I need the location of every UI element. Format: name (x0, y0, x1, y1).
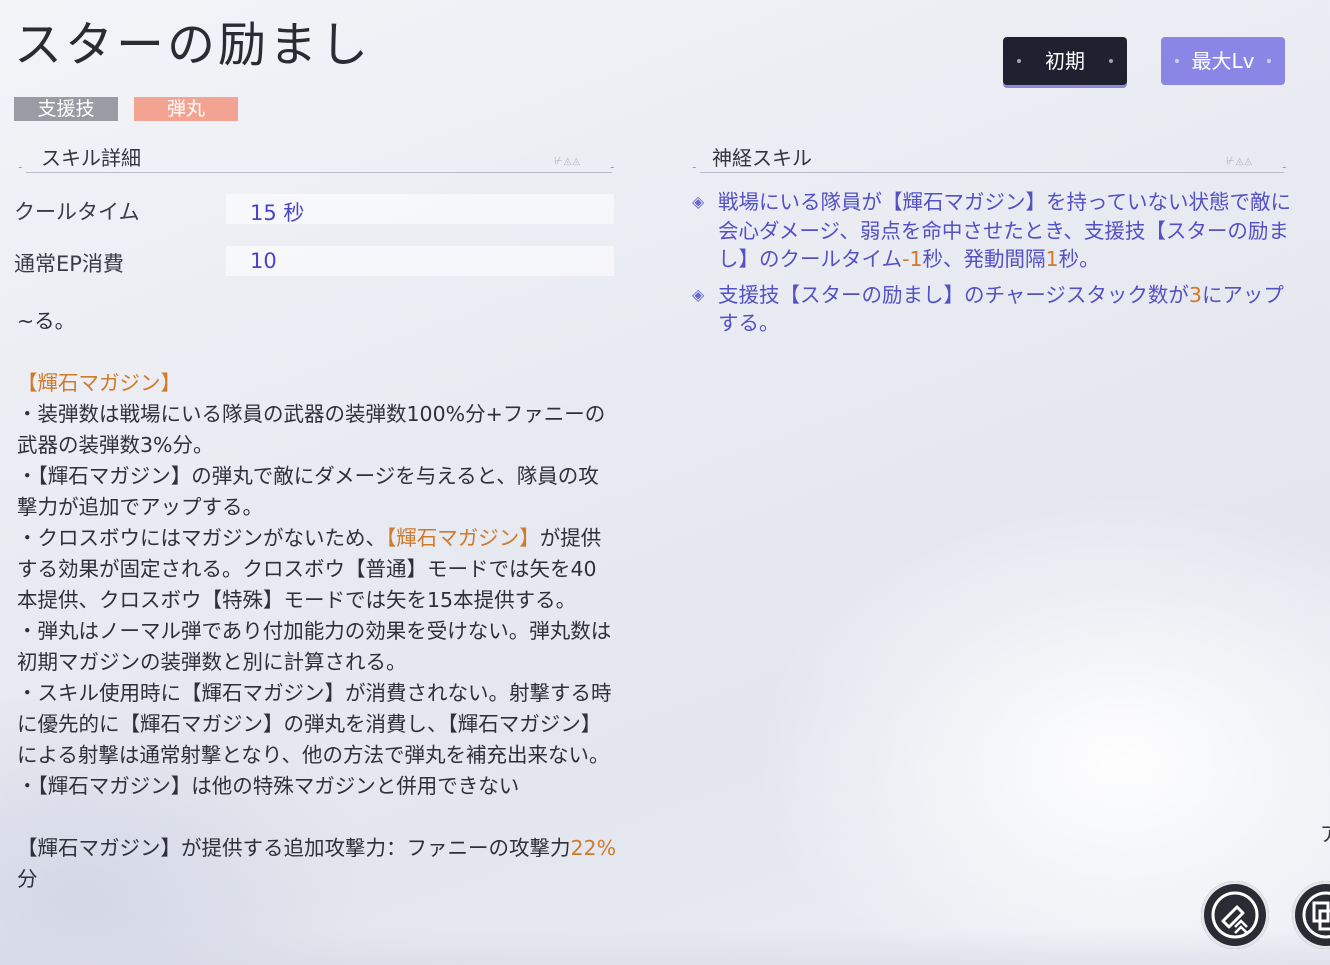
upgrade-icon (1211, 891, 1259, 939)
skill-detail-header: - スキル詳細 ⊬◬◬ - (18, 144, 618, 174)
dot-icon (1017, 59, 1021, 63)
neural-skill-heading: 神経スキル (712, 146, 812, 170)
tag-bullet: 弾丸 (134, 97, 238, 121)
divider (700, 172, 1284, 173)
skill-title: スターの励まし (14, 17, 372, 73)
cooltime-value: 15 秒 (250, 201, 305, 225)
initial-level-button[interactable]: 初期 (1003, 37, 1127, 85)
ep-cost-value-box: 10 (226, 246, 614, 276)
desc-line-4: ・弾丸はノーマル弾であり付加能力の効果を受けない。弾丸数は初期マガジンの装弾数と… (17, 619, 612, 674)
desc-spacer (17, 337, 617, 368)
initial-level-label: 初期 (1045, 49, 1085, 73)
dot-icon (1267, 59, 1271, 63)
bullet-1-text-post: 秒。 (1058, 247, 1100, 271)
desc-final: 【輝石マガジン】が提供する追加攻撃力：ファニーの攻撃力22% 分 (17, 833, 617, 895)
ornament-icon: ⊬◬◬ (1226, 156, 1254, 167)
ornament-icon: ⊬◬◬ (554, 156, 582, 167)
bullet-1-number: -1 (902, 247, 923, 271)
upgrade-button[interactable] (1201, 881, 1269, 949)
neural-skill-header: - 神経スキル ⊬◬◬ - (692, 144, 1292, 174)
desc-line-3-pre: ・クロスボウにはマガジンがないため、 (17, 526, 386, 550)
bullet-2-number: 3 (1188, 282, 1202, 307)
cooltime-value-box: 15 秒 (226, 194, 614, 225)
diamond-bullet-icon: ◈ (692, 284, 705, 304)
desc-spacer (17, 802, 617, 833)
skill-detail-heading: スキル詳細 (41, 146, 141, 170)
desc-final-post: 分 (17, 867, 38, 891)
desc-line-3: ・クロスボウにはマガジンがないため、【輝石マガジン】が提供する効果が固定される。… (17, 523, 617, 616)
desc-section-title: 【輝石マガジン】 (17, 371, 181, 395)
bullet-1-number-2: 1 (1045, 247, 1059, 271)
diamond-bullet-icon: ◈ (692, 192, 705, 211)
menu-icon (1302, 891, 1330, 939)
divider (26, 172, 612, 173)
max-level-button[interactable]: 最大Lv (1161, 37, 1285, 85)
dot-icon (1109, 59, 1113, 63)
tag-support: 支援技 (14, 97, 118, 121)
bullet-1-text-mid: 秒、発動間隔 (922, 247, 1046, 271)
desc-line-5: ・スキル使用時に【輝石マガジン】が消費されない。射撃する時に優先的に【輝石マガジ… (17, 681, 612, 767)
ep-cost-label: 通常EP消費 (14, 252, 124, 276)
desc-line-6: ・【輝石マガジン】は他の特殊マガジンと併用できない (17, 774, 520, 798)
desc-final-highlight: 22% (570, 836, 617, 860)
max-level-label: 最大Lv (1191, 49, 1255, 73)
desc-line-1: ・装弾数は戦場にいる隊員の武器の装弾数100%分+ファニーの武器の装弾数3%分。 (17, 402, 606, 457)
menu-button[interactable] (1292, 881, 1330, 949)
desc-line-3-highlight: 【輝石マガジン】 (386, 526, 540, 550)
desc-final-pre: 【輝石マガジン】が提供する追加攻撃力：ファニーの攻撃力 (17, 836, 571, 860)
list-item: ◈ 戦場にいる隊員が【輝石マガジン】を持っていない状態で敵に会心ダメージ、弱点を… (692, 188, 1302, 274)
bottom-fade (0, 930, 1330, 965)
corner-mark-icon: - (18, 160, 23, 174)
desc-fragment: ~る。 (17, 309, 76, 333)
ep-cost-value: 10 (250, 249, 277, 273)
desc-line-2: ・【輝石マガジン】の弾丸で敵にダメージを与えると、隊員の攻撃力が追加でアップする… (17, 464, 599, 519)
list-item: ◈ 支援技【スターの励まし】のチャージスタック数が3にアップする。 (692, 281, 1302, 338)
cooltime-label: クールタイム (14, 200, 140, 224)
corner-mark-icon: - (692, 160, 697, 174)
dot-icon (1175, 59, 1179, 63)
bullet-2-text: 支援技【スターの励まし】のチャージスタック数が (718, 282, 1189, 307)
edge-text: ア (1320, 818, 1330, 847)
skill-description: ~る。 【輝石マガジン】 ・装弾数は戦場にいる隊員の武器の装弾数100%分+ファ… (17, 306, 617, 895)
neural-skill-list: ◈ 戦場にいる隊員が【輝石マガジン】を持っていない状態で敵に会心ダメージ、弱点を… (692, 188, 1302, 345)
